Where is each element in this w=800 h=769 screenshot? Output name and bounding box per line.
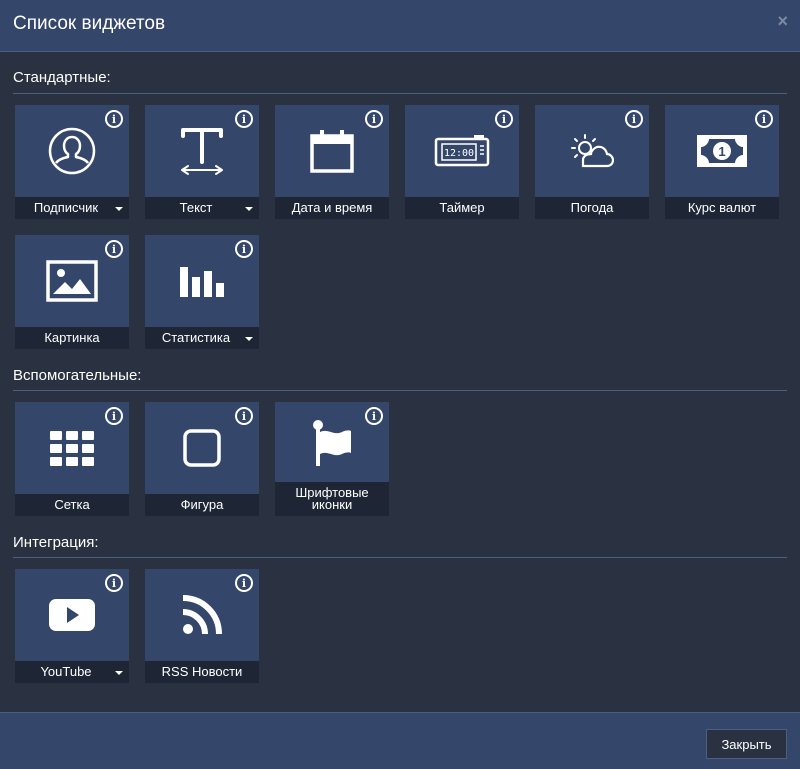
widget-tile-text[interactable]: i Текст xyxy=(145,105,259,219)
widget-tile-datetime[interactable]: i Дата и время xyxy=(275,105,389,219)
widget-tile-rss[interactable]: i RSS Новости xyxy=(145,569,259,683)
widget-tile-subscriber[interactable]: i Подписчик xyxy=(15,105,129,219)
chevron-down-icon[interactable] xyxy=(245,207,253,211)
timer-clock-text: 12:00 xyxy=(444,148,474,159)
info-icon[interactable]: i xyxy=(235,407,253,425)
widget-label: Таймер xyxy=(405,197,519,219)
info-icon[interactable]: i xyxy=(105,574,123,592)
widget-label: Статистика xyxy=(145,327,259,349)
widget-label: Текст xyxy=(145,197,259,219)
widget-label: Подписчик xyxy=(15,197,129,219)
info-icon[interactable]: i xyxy=(105,240,123,258)
section-title-auxiliary: Вспомогательные: xyxy=(13,367,142,384)
widget-label: Сетка xyxy=(15,494,129,516)
modal-header: Список виджетов × xyxy=(0,0,800,52)
widget-label: Шрифтовые иконки xyxy=(275,482,389,516)
widget-tile-image[interactable]: i Картинка xyxy=(15,235,129,349)
modal-body: Стандартные: i Подписчик i Текст i Дата … xyxy=(0,53,800,712)
widget-label: YouTube xyxy=(15,661,129,683)
close-icon[interactable]: × xyxy=(777,11,788,32)
close-button[interactable]: Закрыть xyxy=(706,729,787,759)
widget-label: Картинка xyxy=(15,327,129,349)
section-title-standard: Стандартные: xyxy=(13,69,111,86)
chevron-down-icon[interactable] xyxy=(245,337,253,341)
section-divider xyxy=(13,557,787,558)
info-icon[interactable]: i xyxy=(235,240,253,258)
section-title-integration: Интеграция: xyxy=(13,534,99,551)
widget-tile-shape[interactable]: i Фигура xyxy=(145,402,259,516)
info-icon[interactable]: i xyxy=(235,110,253,128)
info-icon[interactable]: i xyxy=(495,110,513,128)
widget-label: Фигура xyxy=(145,494,259,516)
info-icon[interactable]: i xyxy=(105,407,123,425)
banknote-text: 1 xyxy=(718,144,725,159)
widget-tile-timer[interactable]: 12:00 i Таймер xyxy=(405,105,519,219)
section-divider xyxy=(13,390,787,391)
modal-footer: Закрыть xyxy=(0,712,800,769)
info-icon[interactable]: i xyxy=(625,110,643,128)
widget-tile-grid[interactable]: i Сетка xyxy=(15,402,129,516)
widget-label: RSS Новости xyxy=(145,661,259,683)
widget-tile-weather[interactable]: i Погода xyxy=(535,105,649,219)
info-icon[interactable]: i xyxy=(365,407,383,425)
widget-tile-statistics[interactable]: i Статистика xyxy=(145,235,259,349)
widget-tile-youtube[interactable]: i YouTube xyxy=(15,569,129,683)
info-icon[interactable]: i xyxy=(365,110,383,128)
chevron-down-icon[interactable] xyxy=(115,207,123,211)
widget-label: Погода xyxy=(535,197,649,219)
section-divider xyxy=(13,93,787,94)
info-icon[interactable]: i xyxy=(105,110,123,128)
info-icon[interactable]: i xyxy=(755,110,773,128)
info-icon[interactable]: i xyxy=(235,574,253,592)
widget-list-modal: Список виджетов × Стандартные: i Подписч… xyxy=(0,0,800,769)
widget-label: Дата и время xyxy=(275,197,389,219)
widget-label: Курс валют xyxy=(665,197,779,219)
widget-tile-font-icons[interactable]: i Шрифтовые иконки xyxy=(275,402,389,516)
chevron-down-icon[interactable] xyxy=(115,671,123,675)
modal-title: Список виджетов xyxy=(13,13,166,34)
widget-tile-currency[interactable]: 1 i Курс валют xyxy=(665,105,779,219)
